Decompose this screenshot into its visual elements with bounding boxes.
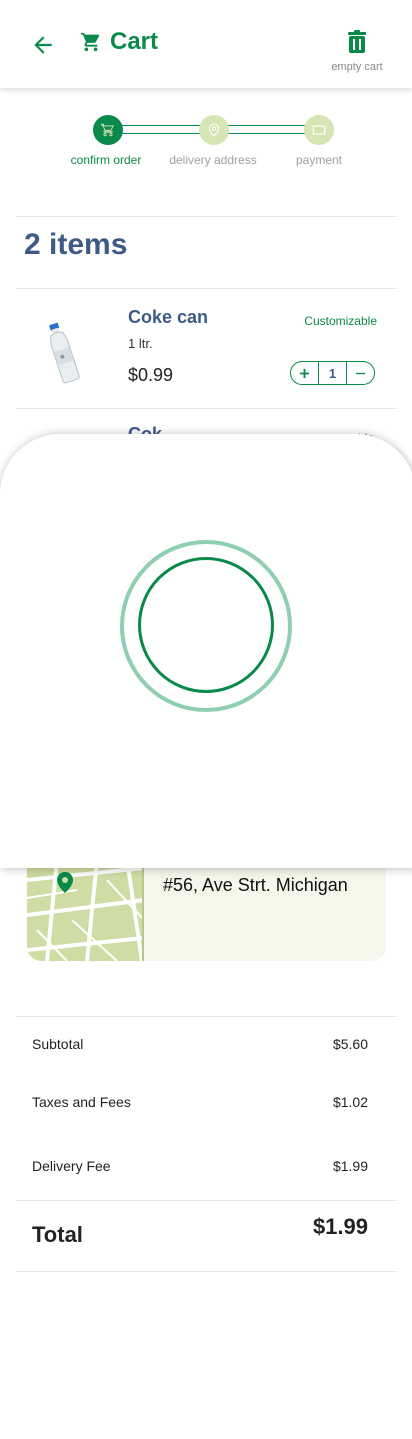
divider (16, 1271, 397, 1272)
back-button[interactable] (28, 30, 58, 60)
items-count-heading: 2 items (24, 228, 128, 261)
item-name: Coke can (128, 307, 209, 327)
subtotal-label: Subtotal (32, 1036, 84, 1052)
cart-icon (101, 123, 115, 137)
divider (16, 1200, 397, 1201)
item-size: 1 ltr. (128, 336, 153, 351)
taxes-value: $1.02 (332, 1094, 368, 1110)
product-image (49, 322, 80, 384)
decrement-button[interactable] (347, 362, 374, 384)
step-delivery-address[interactable] (199, 115, 229, 145)
taxes-row: Taxes and Fees $1.02 (32, 1094, 368, 1110)
cart-title-text: Cart (110, 28, 159, 55)
app-header: Cart empty cart (0, 0, 412, 88)
empty-cart-label: empty cart (331, 61, 383, 73)
step-payment[interactable] (304, 115, 334, 145)
step-label-confirm-order: confirm order (70, 153, 142, 167)
minus-icon (355, 372, 366, 374)
delivery-fee-value: $1.99 (332, 1158, 368, 1174)
quantity-value: 1 (318, 362, 347, 384)
total-value: $1.99 (312, 1214, 368, 1239)
total-label: Total (32, 1222, 83, 1247)
stepper-connector (228, 125, 306, 134)
increment-button[interactable] (291, 362, 318, 384)
step-label-delivery-address: delivery address (169, 153, 257, 167)
divider (16, 408, 397, 409)
checkout-stepper: confirm order delivery address payment (0, 110, 412, 180)
quantity-stepper: 1 (290, 361, 375, 385)
step-label-payment: payment (295, 153, 343, 167)
subtotal-row: Subtotal $5.60 (32, 1036, 368, 1052)
delivery-fee-label: Delivery Fee (32, 1158, 111, 1174)
divider (16, 216, 397, 217)
cart-item: Coke can 1 ltr. $0.99 Customizable 1 (16, 289, 397, 409)
delivery-address-text: #56, Ave Strt. Michigan (163, 875, 348, 895)
plus-icon (299, 368, 310, 378)
map-pin-icon (208, 123, 220, 137)
customizable-link[interactable]: Customizable (304, 314, 377, 328)
trash-icon (348, 30, 366, 53)
loading-spinner-inner-ring (138, 557, 274, 693)
loading-sheet (0, 434, 412, 868)
delivery-fee-row: Delivery Fee $1.99 (32, 1158, 368, 1174)
stepper-connector (122, 125, 200, 134)
step-confirm-order[interactable] (93, 115, 123, 145)
card-icon (312, 125, 326, 135)
subtotal-value: $5.60 (332, 1036, 368, 1052)
divider (16, 1016, 397, 1017)
arrow-left-icon (34, 36, 52, 54)
map-thumbnail (27, 860, 144, 961)
empty-cart-button[interactable]: empty cart (322, 30, 392, 73)
item-price: $0.99 (128, 365, 174, 385)
page-title: Cart (80, 28, 158, 56)
cart-icon (80, 32, 100, 52)
taxes-label: Taxes and Fees (32, 1094, 131, 1110)
